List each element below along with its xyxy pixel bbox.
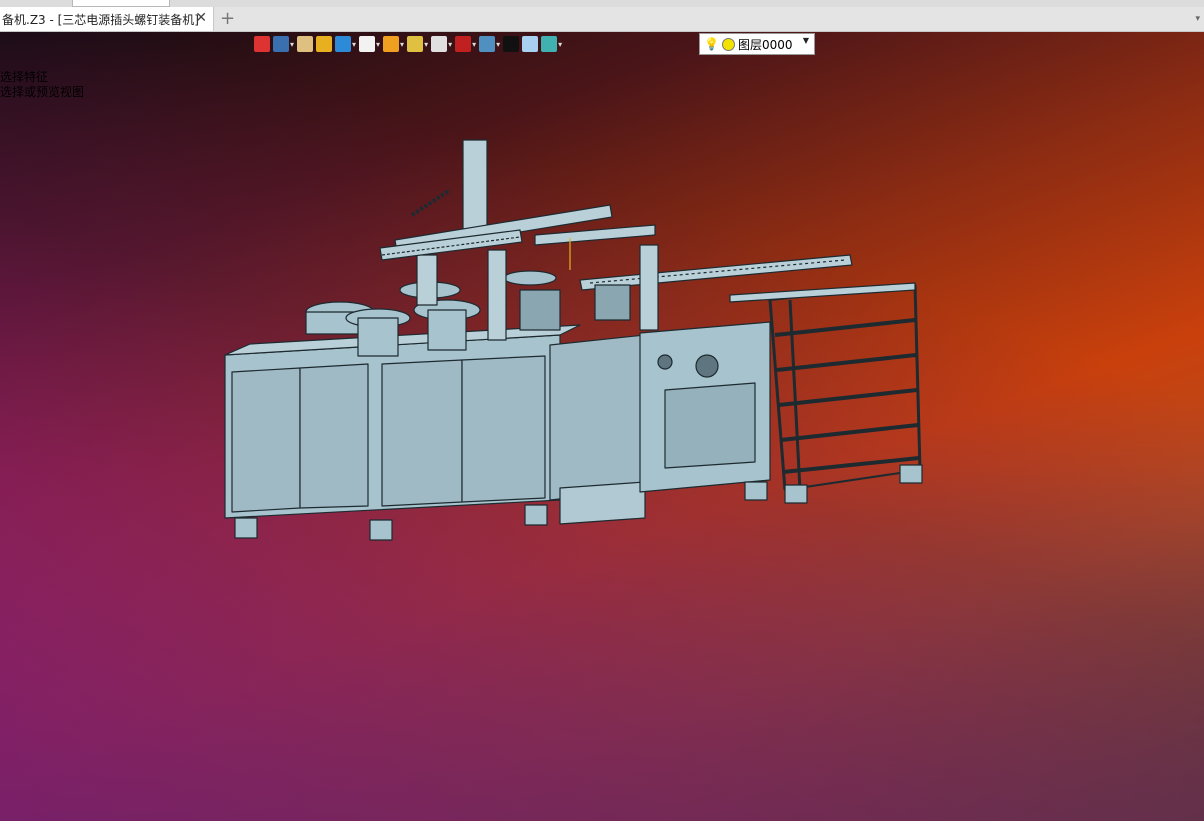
document-tab[interactable]: 备机.Z3 - [三芯电源插头螺钉装备机] ✕ <box>0 7 214 31</box>
display-icon <box>479 36 496 52</box>
solid-blue-icon <box>335 36 352 52</box>
layer-color-icon <box>721 37 735 51</box>
chevron-down-icon: ▾ <box>472 39 477 49</box>
chevron-down-icon: ▾ <box>352 39 357 49</box>
light-blue-rect-button[interactable] <box>522 34 539 54</box>
layer-name: 图层0000 <box>737 37 793 52</box>
exit-button[interactable] <box>254 34 270 54</box>
chevron-down-icon: ▾ <box>376 39 381 49</box>
bulb-icon: 💡 <box>704 37 719 51</box>
layer-selector[interactable]: 💡 图层0000 ▼ <box>699 33 815 55</box>
solid-blue-button[interactable]: ▾ <box>335 34 356 54</box>
light-blue-rect-icon <box>522 36 539 52</box>
dimension-icon <box>455 36 472 52</box>
menu-chevron-icon[interactable]: ▾ <box>1195 14 1200 24</box>
axes-button[interactable]: ▾ <box>431 34 452 54</box>
white-cube-button[interactable]: ▾ <box>359 34 380 54</box>
pencil-icon <box>297 36 314 52</box>
pencil-button[interactable] <box>297 34 314 54</box>
view-orient-button[interactable]: ▾ <box>273 34 294 54</box>
display-button[interactable]: ▾ <box>479 34 500 54</box>
exit-icon <box>254 36 270 52</box>
zoom-icon <box>407 36 424 52</box>
dimension-button[interactable]: ▾ <box>455 34 476 54</box>
view-orient-icon <box>273 36 289 52</box>
chevron-down-icon: ▾ <box>290 39 295 49</box>
render-button[interactable]: ▾ <box>383 34 404 54</box>
zoom-button[interactable]: ▾ <box>407 34 428 54</box>
axes-icon <box>431 36 448 52</box>
new-tab-icon[interactable]: + <box>220 8 235 29</box>
black-rect-icon <box>503 36 520 52</box>
close-icon[interactable]: ✕ <box>195 10 207 26</box>
solid-yellow-button[interactable] <box>316 34 333 54</box>
solid-yellow-icon <box>316 36 333 52</box>
chevron-down-icon: ▾ <box>496 39 501 49</box>
3d-viewport[interactable]: 选择特征 选择或预览视图 <box>0 32 1204 821</box>
chevron-down-icon: ▾ <box>558 39 563 49</box>
prompt-line-2: 选择或预览视图 <box>0 85 85 99</box>
top-strip <box>0 0 1204 7</box>
black-rect-button[interactable] <box>503 34 520 54</box>
tab-bar: 备机.Z3 - [三芯电源插头螺钉装备机] ✕ + ▾ <box>0 7 1204 32</box>
quick-input[interactable] <box>72 0 170 7</box>
chevron-down-icon: ▼ <box>802 36 809 45</box>
layer-stack-icon <box>541 36 558 52</box>
layer-stack-button[interactable]: ▾ <box>541 34 562 54</box>
chevron-down-icon: ▾ <box>400 39 405 49</box>
chevron-down-icon: ▾ <box>448 39 453 49</box>
machine-model <box>224 139 923 541</box>
white-cube-icon <box>359 36 376 52</box>
render-icon <box>383 36 400 52</box>
chevron-down-icon: ▾ <box>424 39 429 49</box>
tab-title: 备机.Z3 - [三芯电源插头螺钉装备机] <box>2 12 199 27</box>
view-toolbar: ▾ ▾ ▾ ▾ ▾ ▾ ▾ ▾ ▾ <box>254 33 562 55</box>
